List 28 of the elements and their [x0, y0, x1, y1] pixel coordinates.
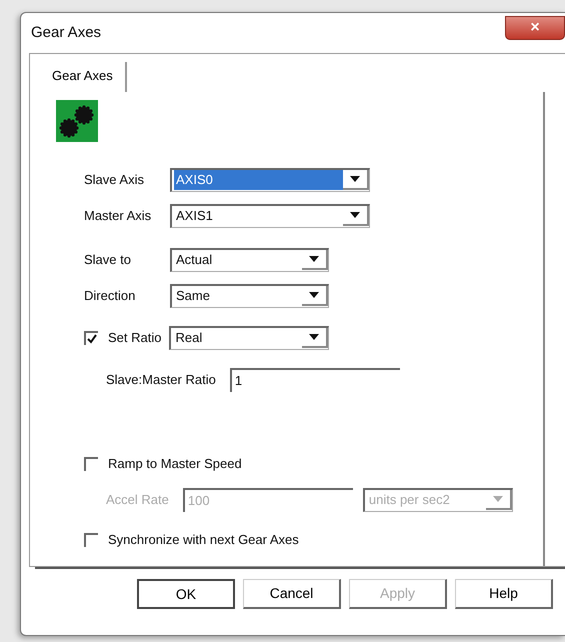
dropdown[interactable]: Real [169, 326, 330, 350]
field-label: Accel Rate [106, 490, 169, 509]
dialog-button[interactable]: Cancel [243, 579, 341, 609]
field-label: Slave to [84, 250, 132, 269]
dialog-button[interactable]: OK [137, 579, 235, 609]
dropdown-arrow-icon[interactable] [302, 286, 328, 306]
checkbox[interactable] [84, 330, 98, 344]
dropdown-arrow-icon[interactable] [343, 170, 369, 190]
gears-icon [56, 100, 98, 142]
dropdown-arrow-icon[interactable] [302, 328, 328, 348]
field-label: Master Axis [84, 206, 152, 225]
checkbox-label: Set Ratio [108, 328, 162, 347]
field-label: Slave:Master Ratio [106, 370, 216, 389]
dropdown-arrow-icon[interactable] [302, 250, 328, 270]
dropdown[interactable]: AXIS1 [170, 204, 370, 228]
window-title: Gear Axes [31, 22, 102, 43]
ratio-input[interactable]: 1 [230, 368, 400, 392]
checkbox-label: Ramp to Master Speed [108, 454, 242, 473]
checkbox[interactable] [84, 532, 98, 546]
dropdown-arrow-icon[interactable] [343, 206, 369, 226]
dialog-button[interactable]: Help [455, 579, 553, 609]
field-label: Direction [84, 286, 136, 305]
field-label: Slave Axis [84, 170, 145, 189]
dropdown[interactable]: AXIS0 [170, 168, 370, 192]
dropdown[interactable]: Same [170, 284, 329, 308]
close-button[interactable]: × [505, 16, 565, 40]
dropdown[interactable]: Actual [170, 248, 329, 272]
checkbox-label: Synchronize with next Gear Axes [108, 530, 299, 549]
